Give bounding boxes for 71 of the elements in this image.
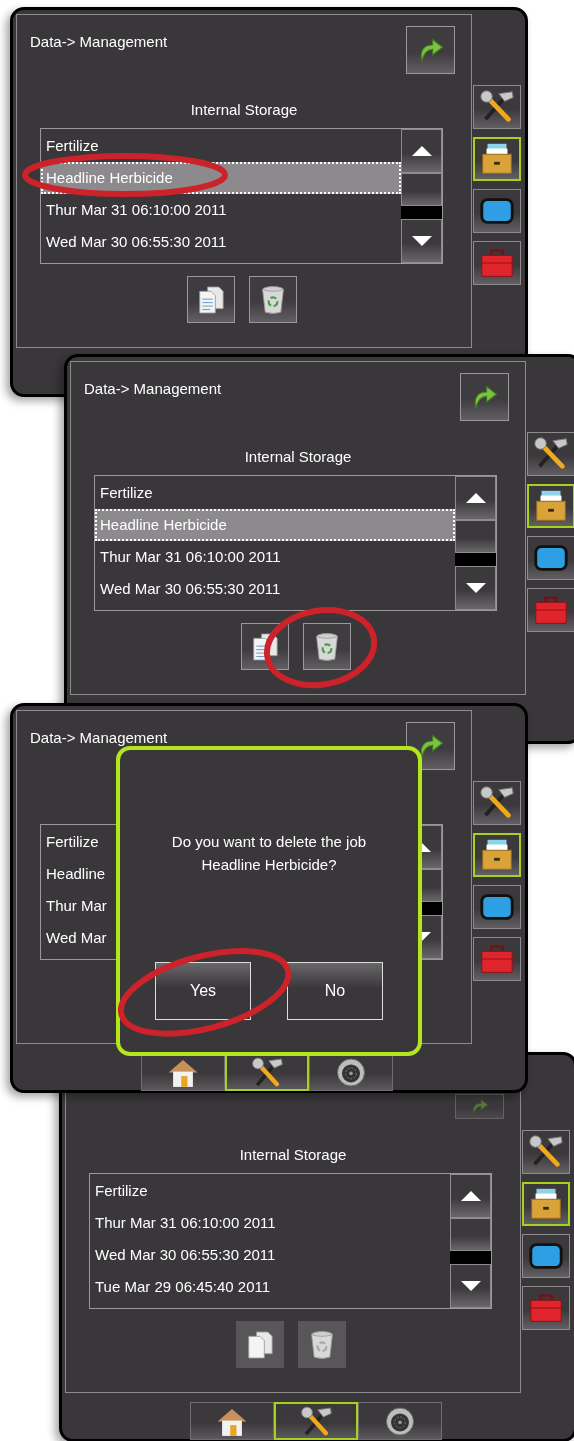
job-row[interactable]: Fertilize (41, 130, 401, 162)
job-row[interactable]: Tue Mar 29 06:45:40 2011 (90, 1271, 450, 1303)
job-row[interactable]: Wed Mar 30 06:55:30 2011 (90, 1239, 450, 1271)
side-tab[interactable] (473, 189, 521, 233)
scroll-down-button[interactable] (401, 219, 442, 263)
documents-icon (252, 631, 278, 662)
job-row[interactable]: Wed Mar 30 06:55:30 2011 (95, 573, 455, 605)
up-triangle-icon (411, 146, 432, 156)
screen-title: Data-> Management (30, 32, 168, 52)
scroll-up-button[interactable] (455, 476, 496, 520)
side-tab[interactable] (522, 1130, 570, 1174)
scroll-thumb[interactable] (450, 1218, 491, 1251)
up-triangle-icon (465, 493, 486, 503)
delete-button[interactable] (249, 276, 297, 323)
scroll-up-button[interactable] (401, 129, 442, 173)
delete-button[interactable] (303, 623, 351, 670)
side-tab[interactable] (473, 781, 521, 825)
job-row[interactable]: Thur Mar 31 06:10:00 2011 (90, 1207, 450, 1239)
down-triangle-icon (460, 1281, 481, 1291)
wrench-hammer-icon (249, 1055, 285, 1089)
scroll-thumb[interactable] (401, 173, 442, 206)
side-tab[interactable] (527, 432, 574, 476)
side-tab[interactable] (473, 833, 521, 877)
screen-title: Data-> Management (84, 379, 222, 399)
down-triangle-icon (411, 236, 432, 246)
job-row[interactable]: Thur Mar 31 06:10:00 2011 (41, 194, 401, 226)
side-tab[interactable] (522, 1182, 570, 1226)
recycle-bin-icon (309, 1329, 335, 1360)
wrench-hammer-icon (298, 1404, 334, 1438)
side-tab[interactable] (473, 137, 521, 181)
no-button[interactable]: No (287, 962, 383, 1020)
job-row[interactable]: Wed Mar 30 06:55:30 2011 (41, 226, 401, 258)
return-button[interactable] (406, 26, 455, 74)
recycle-bin-icon (260, 284, 286, 315)
side-tab[interactable] (527, 484, 574, 528)
documents-icon (198, 284, 224, 315)
storage-label: Internal Storage (239, 1146, 347, 1164)
return-button[interactable] (460, 373, 509, 421)
side-tab[interactable] (473, 885, 521, 929)
scroll-track (450, 1251, 491, 1264)
down-triangle-icon (465, 583, 486, 593)
return-arrow-icon (418, 38, 443, 62)
dialog-message: Do you want to delete the job Headline Herbicide? (170, 832, 368, 875)
job-row[interactable]: Thur Mar 31 06:10:00 2011 (95, 541, 455, 573)
job-row[interactable]: Fertilize (90, 1175, 450, 1207)
up-triangle-icon (421, 842, 431, 852)
scroll-track (455, 553, 496, 566)
bottom-tab[interactable] (274, 1402, 358, 1440)
side-tab[interactable] (473, 85, 521, 129)
scroll-down-button[interactable] (450, 1264, 491, 1308)
copy-button[interactable] (187, 276, 235, 323)
storage-label: Internal Storage (190, 101, 298, 119)
bottom-tab[interactable] (190, 1402, 274, 1440)
side-tab[interactable] (522, 1234, 570, 1278)
recycle-bin-icon (314, 631, 340, 662)
scroll-up-button[interactable] (450, 1174, 491, 1218)
up-triangle-icon (460, 1191, 481, 1201)
documents-icon (247, 1329, 273, 1360)
job-row[interactable]: Fertilize (95, 477, 455, 509)
yes-button[interactable]: Yes (155, 962, 251, 1020)
scroll-down-button[interactable] (455, 566, 496, 610)
return-arrow-icon (418, 734, 443, 758)
scroll-track (401, 206, 442, 219)
side-tab[interactable] (527, 536, 574, 580)
scroll-thumb[interactable] (455, 520, 496, 553)
down-triangle-icon (421, 932, 431, 942)
screen-title: Data-> Management (30, 728, 168, 748)
bottom-tab[interactable] (358, 1402, 442, 1440)
storage-label: Internal Storage (244, 448, 352, 466)
return-arrow-icon (472, 385, 497, 409)
return-arrow-icon (471, 1098, 488, 1115)
